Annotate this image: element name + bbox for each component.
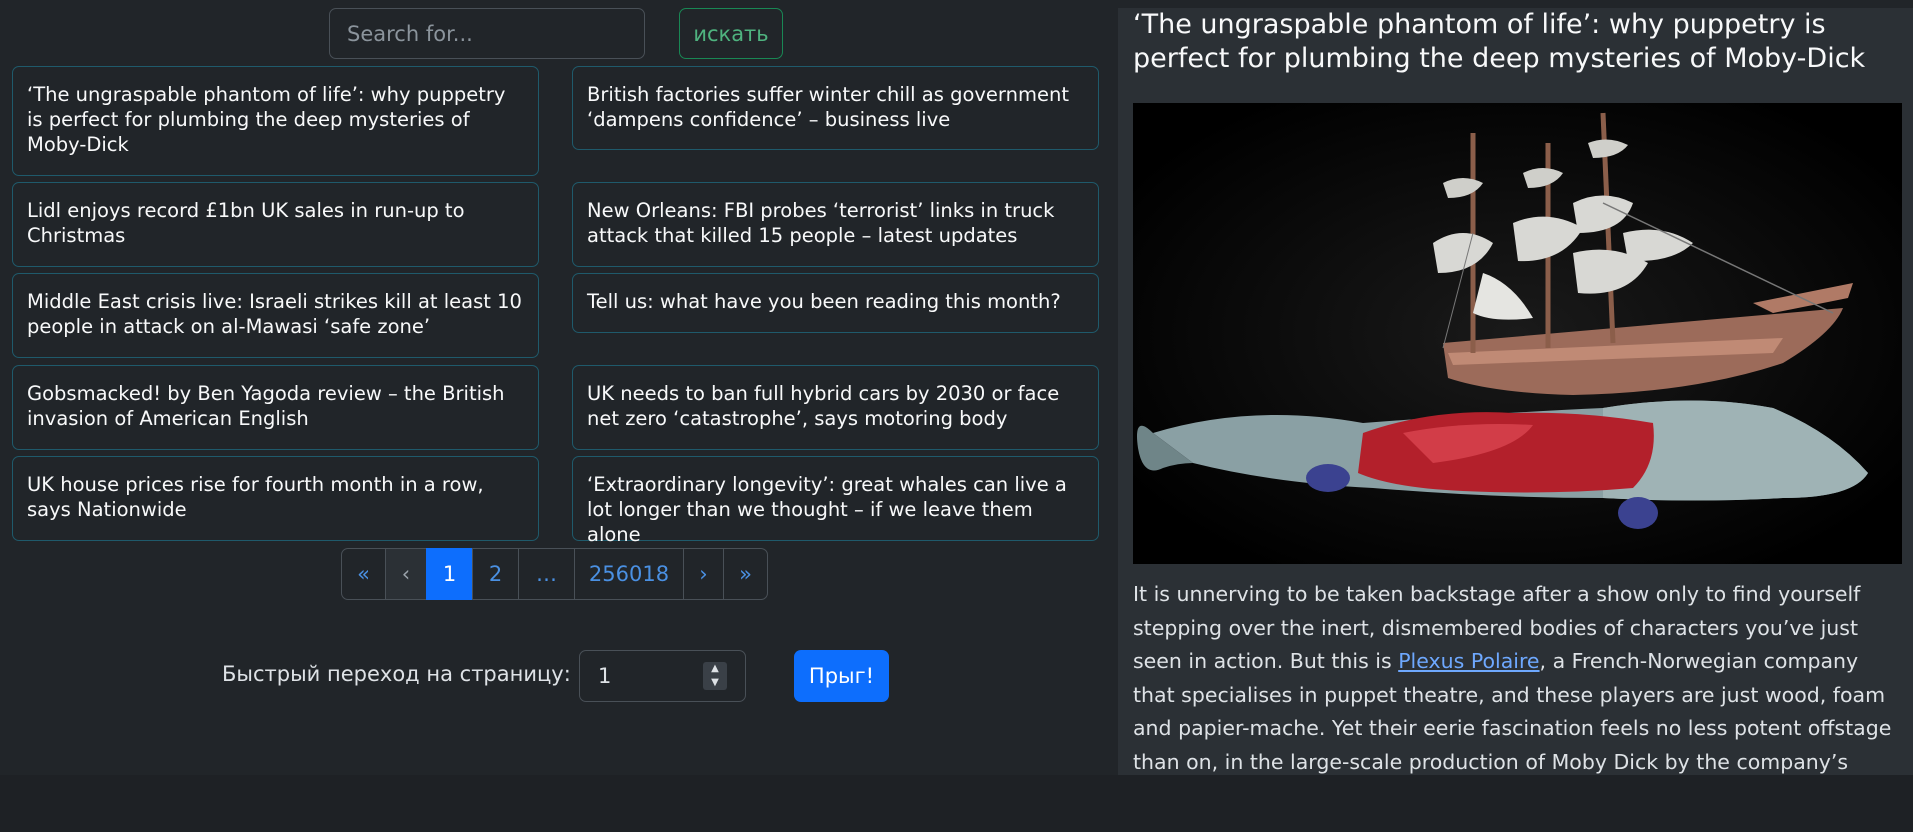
article-preview-panel: ‘The ungraspable phantom of life’: why p… bbox=[1118, 8, 1913, 775]
pagination-page[interactable]: 1 bbox=[426, 548, 473, 600]
search-button[interactable]: искать bbox=[679, 8, 783, 59]
search-input[interactable] bbox=[329, 8, 645, 59]
jump-button[interactable]: Прыг! bbox=[794, 650, 889, 702]
plexus-polaire-link[interactable]: Plexus Polaire bbox=[1398, 649, 1539, 673]
news-list-panel: искать ‘The ungraspable phantom of life’… bbox=[0, 0, 1110, 775]
article-card[interactable]: ‘The ungraspable phantom of life’: why p… bbox=[12, 66, 539, 176]
article-title: ‘The ungraspable phantom of life’: why p… bbox=[1133, 9, 1866, 74]
pagination-first[interactable]: « bbox=[341, 548, 386, 600]
chevron-down-icon[interactable]: ▼ bbox=[703, 676, 727, 690]
article-card[interactable]: Tell us: what have you been reading this… bbox=[572, 273, 1099, 333]
pagination-page[interactable]: 256018 bbox=[574, 548, 684, 600]
article-card[interactable]: Lidl enjoys record £1bn UK sales in run-… bbox=[12, 182, 539, 267]
article-body: It is unnerving to be taken backstage af… bbox=[1133, 578, 1903, 775]
jump-label: Быстрый переход на страницу: bbox=[222, 662, 571, 686]
bottom-strip bbox=[0, 775, 1913, 832]
pagination-last[interactable]: » bbox=[723, 548, 768, 600]
article-card[interactable]: Gobsmacked! by Ben Yagoda review – the B… bbox=[12, 365, 539, 450]
article-card[interactable]: UK needs to ban full hybrid cars by 2030… bbox=[572, 365, 1099, 450]
pagination-prev: ‹ bbox=[385, 548, 427, 600]
chevron-up-icon[interactable]: ▲ bbox=[703, 662, 727, 676]
article-image bbox=[1133, 103, 1902, 564]
article-card[interactable]: British factories suffer winter chill as… bbox=[572, 66, 1099, 150]
ship-on-whale-puppet-image bbox=[1133, 103, 1902, 564]
article-card[interactable]: New Orleans: FBI probes ‘terrorist’ link… bbox=[572, 182, 1099, 267]
pagination-next[interactable]: › bbox=[683, 548, 724, 600]
page-number-stepper[interactable]: ▲ ▼ bbox=[703, 662, 727, 690]
article-card[interactable]: ‘Extraordinary longevity’: great whales … bbox=[572, 456, 1099, 546]
pagination-ellipsis[interactable]: … bbox=[518, 548, 575, 600]
article-card[interactable]: UK house prices rise for fourth month in… bbox=[12, 456, 539, 541]
pagination-page[interactable]: 2 bbox=[472, 548, 519, 600]
pagination: « ‹ 1 2 … 256018 › » bbox=[341, 548, 768, 600]
article-card[interactable]: Middle East crisis live: Israeli strikes… bbox=[12, 273, 539, 358]
